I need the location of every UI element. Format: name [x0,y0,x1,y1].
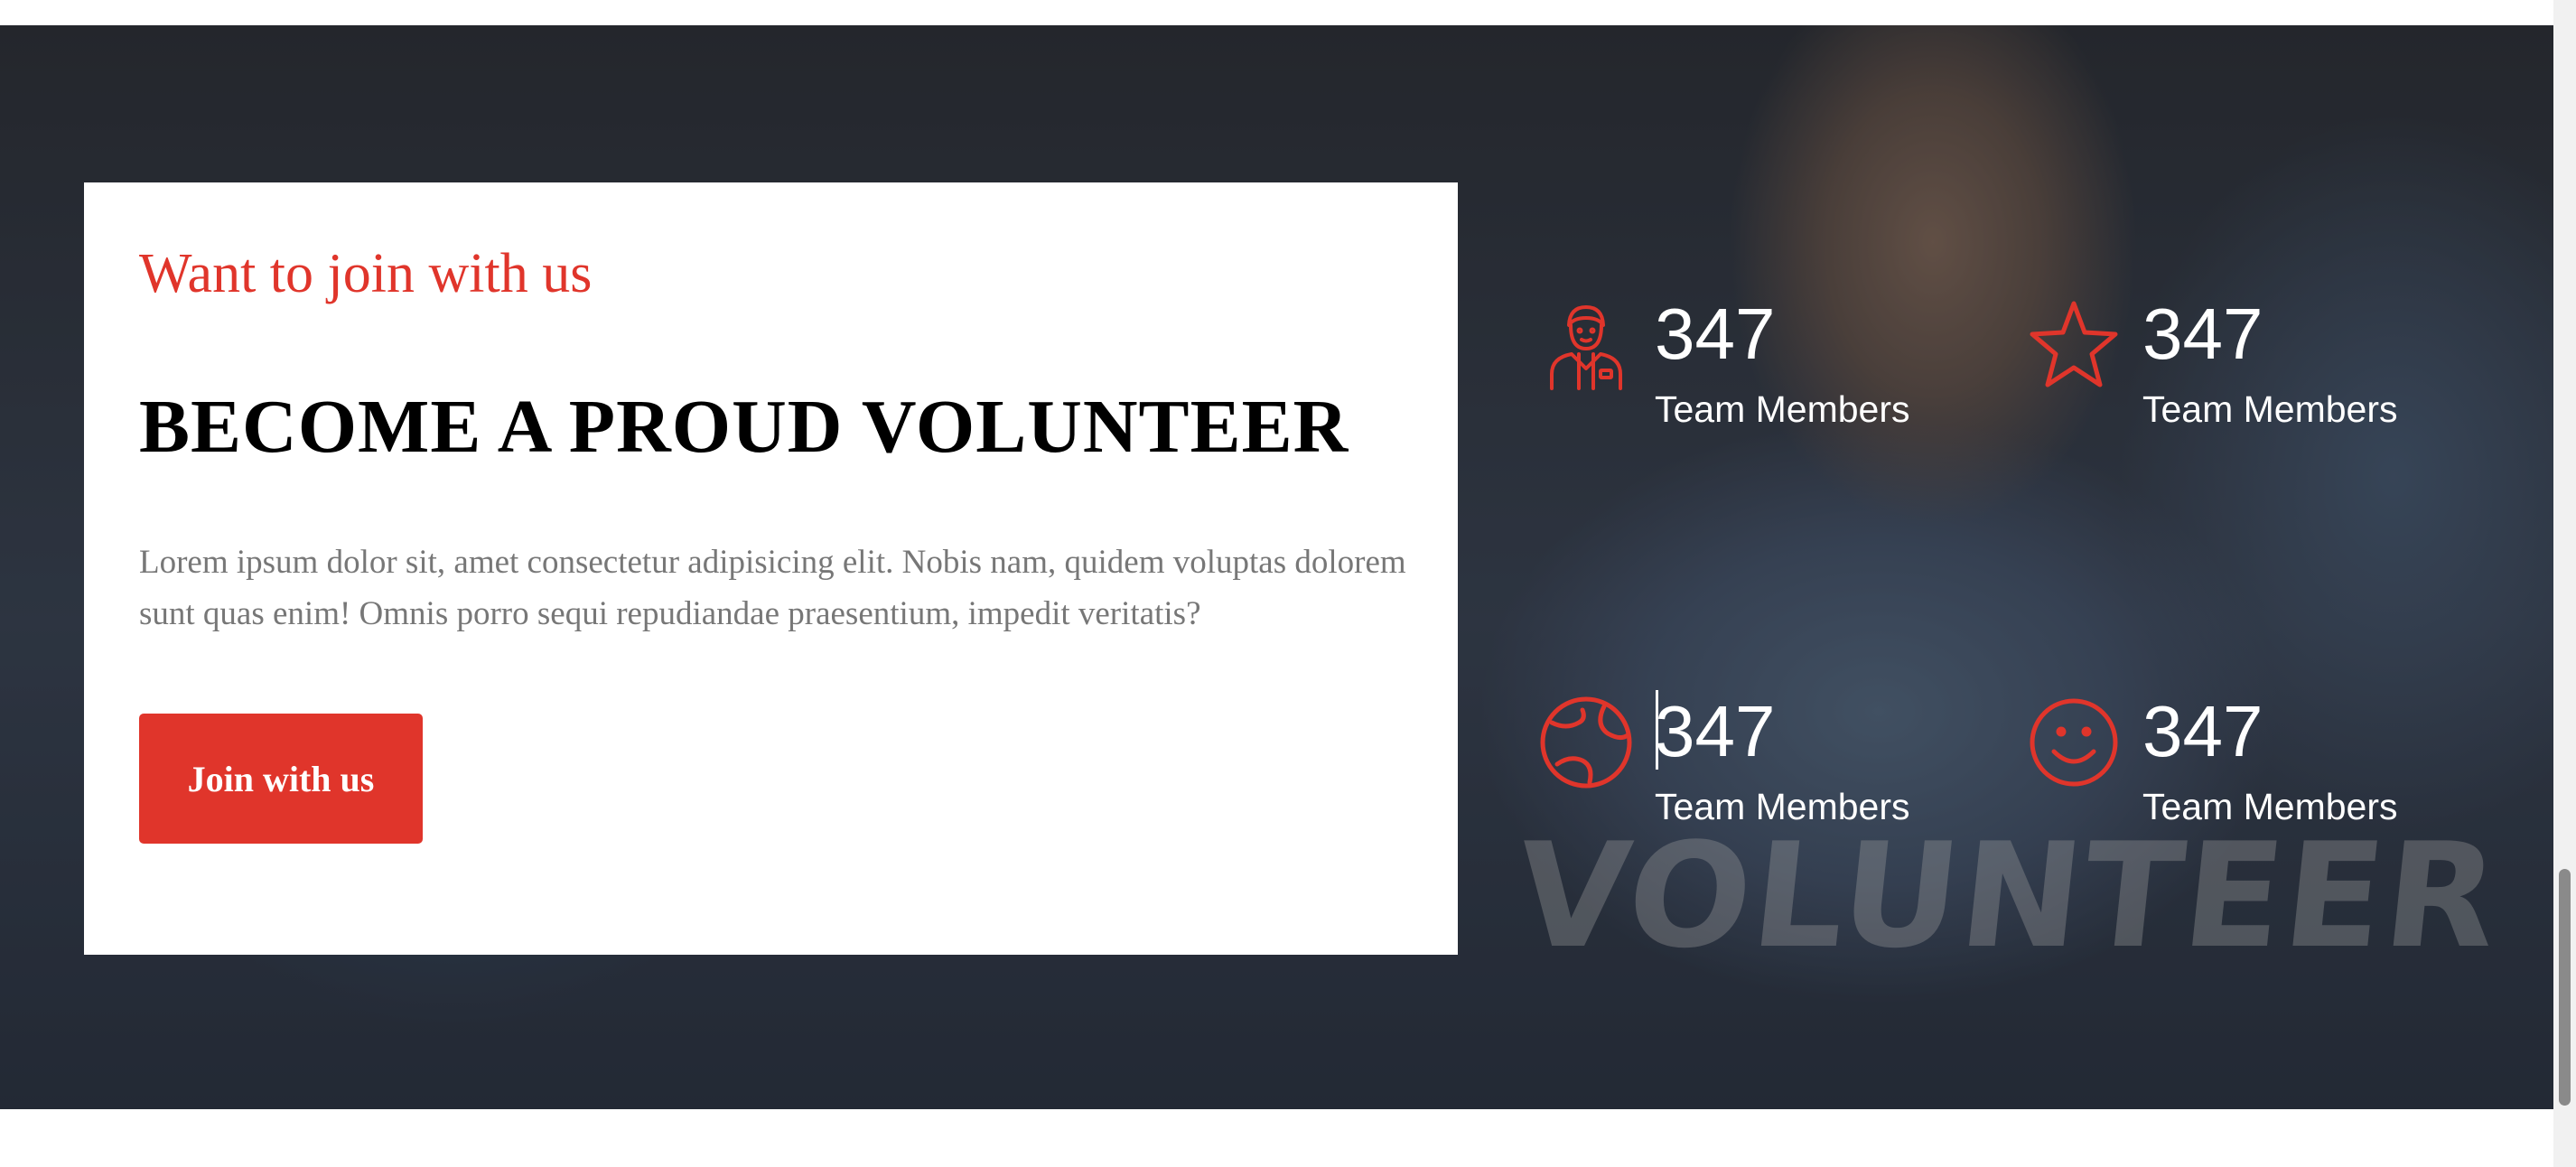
scrollbar-thumb[interactable] [2559,869,2571,1106]
stat-value: 347 [1655,294,1776,374]
stat-label: Team Members [1655,388,1910,430]
volunteer-person-icon [1550,305,1622,390]
stat-item: 347 Team Members [1539,294,1991,461]
star-icon [2030,301,2118,387]
stat-item: 347 Team Members [2027,691,2478,858]
stat-label: Team Members [2142,786,2398,827]
stat-label: Team Members [1655,786,1910,827]
volunteer-headline: BECOME A PROUD VOLUNTEER [139,385,1349,469]
page-scrollbar[interactable] [2553,0,2576,1167]
volunteer-eyebrow: Want to join with us [139,243,593,304]
stat-item: 347 Team Members [1539,691,1991,858]
smiley-face-icon [2030,698,2118,787]
join-with-us-button[interactable]: Join with us [139,714,423,844]
text-cursor [1656,690,1658,770]
stat-label: Team Members [2142,388,2398,430]
volunteer-card: Want to join with us BECOME A PROUD VOLU… [84,182,1458,955]
stat-value: 347 [2142,691,2263,771]
stat-value: 347 [2142,294,2263,374]
stat-value: 347 [1655,691,1776,771]
top-strip [0,0,2576,25]
volunteer-description: Lorem ipsum dolor sit, amet consectetur … [139,544,1406,632]
globe-icon [1540,696,1632,789]
stat-item: 347 Team Members [2027,294,2478,461]
